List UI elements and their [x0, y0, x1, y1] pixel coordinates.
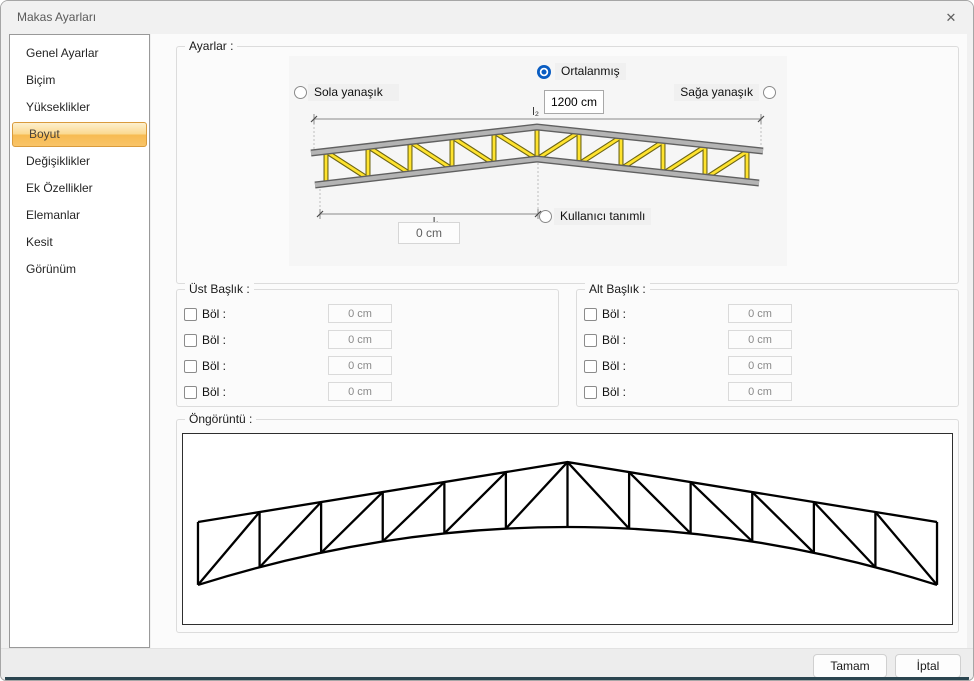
- l2-input[interactable]: [544, 90, 604, 114]
- sidebar-item-elemanlar[interactable]: Elemanlar: [10, 202, 149, 229]
- sidebar-item-ek-ozellikler[interactable]: Ek Özellikler: [10, 175, 149, 202]
- bol-label: Böl :: [202, 307, 226, 321]
- bol-input[interactable]: [328, 330, 392, 349]
- close-button[interactable]: ✕: [939, 7, 963, 29]
- sidebar: Genel Ayarlar Biçim Yükseklikler Boyut D…: [9, 34, 150, 648]
- l2-dimension-label: l₂: [515, 106, 539, 118]
- bol-input[interactable]: [328, 356, 392, 375]
- group-ayarlar-label: Ayarlar :: [185, 39, 237, 53]
- sidebar-item-yukseklikler[interactable]: Yükseklikler: [10, 94, 149, 121]
- bol-label: Böl :: [602, 307, 626, 321]
- bol-checkbox[interactable]: [584, 386, 597, 399]
- group-alt-baslik: Alt Başlık : Böl : Böl : Böl : Böl :: [576, 289, 959, 407]
- bol-input[interactable]: [328, 304, 392, 323]
- bol-label: Böl :: [602, 385, 626, 399]
- truss-settings-image: Ortalanmış Sola yanaşık Sağa yanaşık Kul…: [289, 56, 787, 266]
- bol-checkbox[interactable]: [184, 386, 197, 399]
- group-alt-baslik-label: Alt Başlık :: [585, 282, 650, 296]
- bol-input[interactable]: [728, 330, 792, 349]
- bol-checkbox[interactable]: [584, 308, 597, 321]
- bol-label: Böl :: [202, 359, 226, 373]
- truss-preview: [182, 433, 953, 625]
- bol-checkbox[interactable]: [184, 360, 197, 373]
- sidebar-item-gorunum[interactable]: Görünüm: [10, 256, 149, 283]
- radio-sola-yanasik[interactable]: [294, 86, 307, 99]
- bol-label: Böl :: [202, 385, 226, 399]
- radio-ortalanmis[interactable]: [537, 65, 551, 79]
- close-icon: ✕: [946, 10, 957, 25]
- sidebar-item-kesit[interactable]: Kesit: [10, 229, 149, 256]
- sidebar-item-boyut[interactable]: Boyut: [12, 122, 147, 147]
- bol-checkbox[interactable]: [184, 334, 197, 347]
- sidebar-item-bicim[interactable]: Biçim: [10, 67, 149, 94]
- footer-bar: Tamam İptal: [1, 648, 973, 679]
- group-ust-baslik: Üst Başlık : Böl : Böl : Böl : Böl :: [176, 289, 559, 407]
- radio-saga-yanasik-label[interactable]: Sağa yanaşık: [674, 84, 759, 101]
- bol-input[interactable]: [728, 382, 792, 401]
- bol-checkbox[interactable]: [184, 308, 197, 321]
- group-ongoruntu: Öngörüntü :: [176, 419, 959, 633]
- truss-preview-drawing: [183, 434, 952, 624]
- group-ust-baslik-label: Üst Başlık :: [185, 282, 254, 296]
- ok-button[interactable]: Tamam: [813, 654, 887, 678]
- sidebar-item-genel-ayarlar[interactable]: Genel Ayarlar: [10, 40, 149, 67]
- bol-label: Böl :: [602, 333, 626, 347]
- radio-sola-yanasik-label[interactable]: Sola yanaşık: [308, 84, 399, 101]
- sidebar-item-degisiklikler[interactable]: Değişiklikler: [10, 148, 149, 175]
- window-bottom-edge: [5, 677, 969, 680]
- bol-checkbox[interactable]: [584, 334, 597, 347]
- bol-input[interactable]: [328, 382, 392, 401]
- bol-label: Böl :: [602, 359, 626, 373]
- title-bar: Makas Ayarları ✕: [1, 1, 973, 34]
- bol-checkbox[interactable]: [584, 360, 597, 373]
- cancel-button[interactable]: İptal: [895, 654, 961, 678]
- bol-input[interactable]: [728, 304, 792, 323]
- radio-saga-yanasik[interactable]: [763, 86, 776, 99]
- page-title: Makas Ayarları: [17, 10, 96, 24]
- radio-kullanici-tanimli[interactable]: [539, 210, 552, 223]
- bol-input[interactable]: [728, 356, 792, 375]
- bol-label: Böl :: [202, 333, 226, 347]
- radio-kullanici-tanimli-label[interactable]: Kullanıcı tanımlı: [554, 208, 651, 225]
- dialog-window: Makas Ayarları ✕ Genel Ayarlar Biçim Yük…: [0, 0, 974, 681]
- l1-input[interactable]: [398, 222, 460, 244]
- radio-ortalanmis-label[interactable]: Ortalanmış: [555, 63, 626, 80]
- group-ongoruntu-label: Öngörüntü :: [185, 412, 256, 426]
